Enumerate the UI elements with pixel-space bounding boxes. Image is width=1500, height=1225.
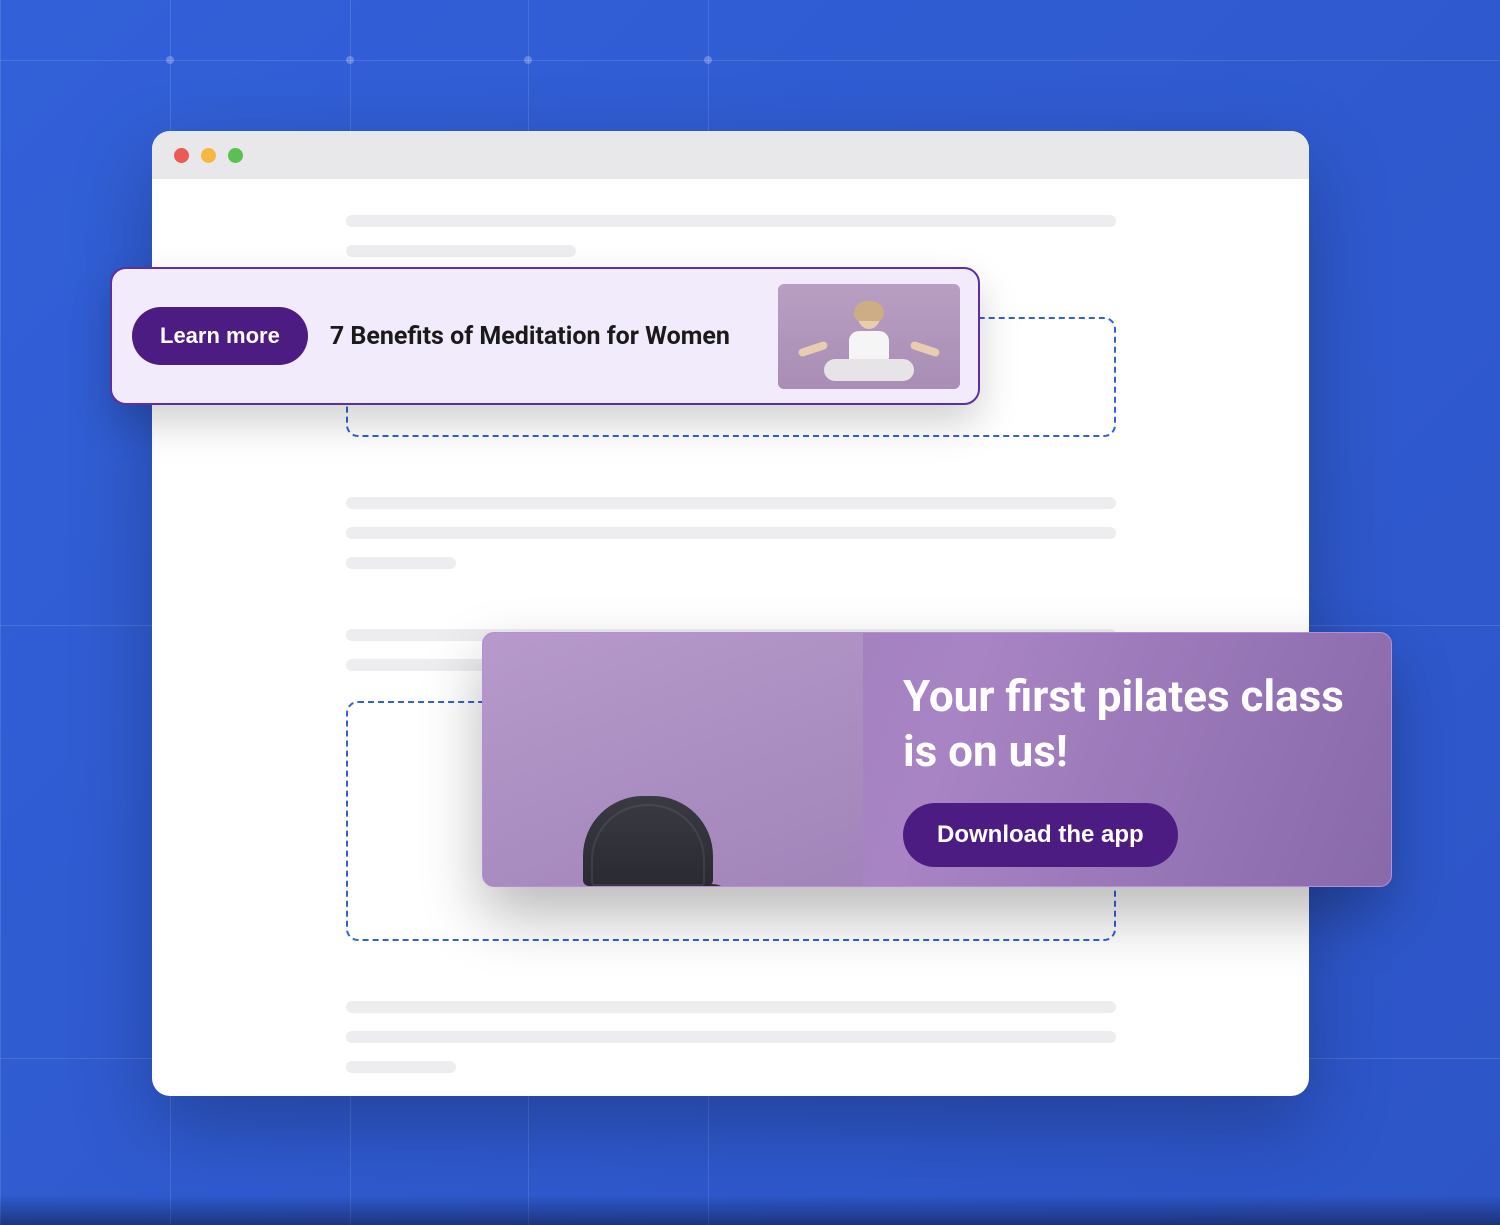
meditation-ad-card[interactable]: Learn more 7 Benefits of Meditation for … [110,267,980,405]
skeleton-paragraph [346,215,1116,257]
download-app-button[interactable]: Download the app [903,803,1178,867]
skeleton-paragraph [346,1001,1116,1073]
pilates-headline: Your first pilates class is on us! [903,669,1351,779]
learn-more-button[interactable]: Learn more [132,307,308,365]
pilates-photo [483,633,863,886]
maximize-icon[interactable] [228,148,243,163]
meditation-title: 7 Benefits of Meditation for Women [330,322,756,351]
minimize-icon[interactable] [201,148,216,163]
browser-titlebar [152,131,1309,179]
bottom-fade [0,1195,1500,1225]
close-icon[interactable] [174,148,189,163]
meditation-thumbnail [778,284,960,389]
pilates-ad-card[interactable]: Your first pilates class is on us! Downl… [482,632,1392,887]
skeleton-paragraph [346,497,1116,569]
